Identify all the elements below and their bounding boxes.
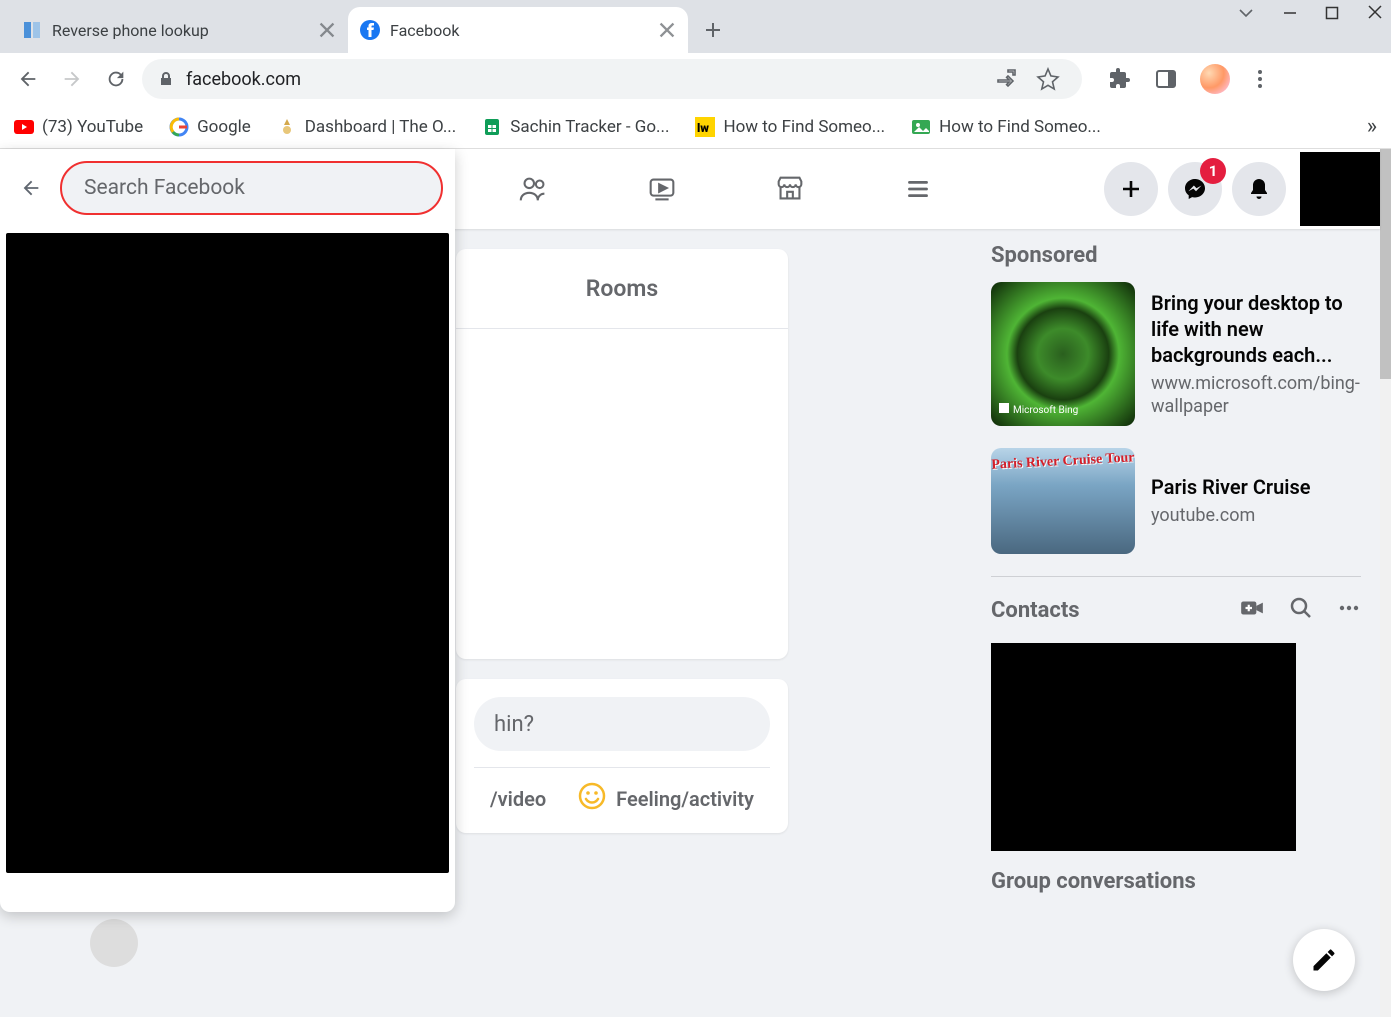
- marketplace-nav[interactable]: [726, 150, 854, 228]
- omnibox[interactable]: facebook.com: [142, 59, 1082, 99]
- ad-paris-cruise[interactable]: Paris River Cruise Tour Paris River Crui…: [991, 448, 1361, 554]
- sponsored-heading: Sponsored: [991, 243, 1361, 268]
- profile-redacted[interactable]: [1300, 152, 1380, 226]
- facebook-page: 1 Rooms hin? /video Feeling/activity Spo…: [0, 149, 1391, 1017]
- menu-nav[interactable]: [854, 150, 982, 228]
- bookmark-youtube[interactable]: (73) YouTube: [14, 117, 143, 137]
- forward-button: [54, 61, 90, 97]
- divider: [474, 767, 770, 768]
- ad-title: Bring your desktop to life with new back…: [1151, 290, 1361, 368]
- bookmark-dashboard[interactable]: Dashboard | The O...: [277, 117, 457, 137]
- ad-bing-wallpaper[interactable]: Microsoft Bing Bring your desktop to lif…: [991, 282, 1361, 426]
- ad-brand: Microsoft Bing: [999, 403, 1078, 416]
- bookmark-pic[interactable]: How to Find Someo...: [911, 117, 1101, 137]
- rooms-tab[interactable]: Rooms: [456, 249, 788, 329]
- picture-icon: [911, 117, 931, 137]
- ad-url: youtube.com: [1151, 504, 1311, 527]
- tab-title: Reverse phone lookup: [52, 21, 312, 40]
- favicon-reverse-phone: [22, 20, 42, 40]
- contacts-header: Contacts: [991, 595, 1361, 625]
- search-results-redacted: [6, 233, 449, 873]
- messenger-badge: 1: [1200, 158, 1226, 184]
- more-icon[interactable]: [1337, 596, 1361, 624]
- contacts-redacted: [991, 643, 1296, 851]
- chevron-down-icon[interactable]: [1237, 4, 1255, 27]
- favicon-facebook: [360, 20, 380, 40]
- tab-reverse-phone[interactable]: Reverse phone lookup: [10, 7, 348, 53]
- lock-icon: [158, 71, 174, 87]
- bookmark-label: How to Find Someo...: [939, 117, 1101, 137]
- svg-text:lw: lw: [697, 121, 709, 135]
- close-icon[interactable]: [658, 21, 676, 39]
- window-close-icon[interactable]: [1367, 4, 1383, 27]
- create-button[interactable]: [1104, 162, 1158, 216]
- minimize-icon[interactable]: [1283, 4, 1297, 27]
- close-icon[interactable]: [318, 21, 336, 39]
- compose-card: hin? /video Feeling/activity: [456, 679, 788, 833]
- bookmarks-bar: (73) YouTube Google Dashboard | The O...…: [0, 105, 1391, 149]
- compose-feeling[interactable]: Feeling/activity: [578, 782, 754, 815]
- search-back-button[interactable]: [12, 169, 50, 207]
- kebab-icon[interactable]: [1248, 67, 1272, 91]
- compose-input[interactable]: hin?: [474, 697, 770, 751]
- vertical-scrollbar[interactable]: [1380, 149, 1391, 1017]
- generic-icon: [277, 117, 297, 137]
- right-column: Sponsored Microsoft Bing Bring your desk…: [991, 243, 1361, 894]
- bookmark-sheets[interactable]: Sachin Tracker - Go...: [482, 117, 669, 137]
- browser-tab-strip: Reverse phone lookup Facebook: [0, 0, 1391, 53]
- bookmark-lw[interactable]: lw How to Find Someo...: [695, 117, 885, 137]
- bookmark-label: (73) YouTube: [42, 117, 143, 137]
- sheets-icon: [482, 117, 502, 137]
- lw-icon: lw: [695, 117, 715, 137]
- back-button[interactable]: [10, 61, 46, 97]
- new-room-icon[interactable]: [1239, 595, 1265, 625]
- ad-title: Paris River Cruise: [1151, 474, 1311, 500]
- extensions-icon[interactable]: [1108, 67, 1132, 91]
- messenger-button[interactable]: 1: [1168, 162, 1222, 216]
- smiley-icon: [578, 782, 606, 815]
- bookmark-label: Dashboard | The O...: [305, 117, 457, 137]
- profile-avatar[interactable]: [1200, 64, 1230, 94]
- feed-column: Rooms hin? /video Feeling/activity: [456, 249, 788, 833]
- suggestion-row[interactable]: [90, 919, 138, 967]
- ad-overlay-text: Paris River Cruise Tour: [991, 450, 1135, 474]
- avatar: [90, 919, 138, 967]
- ad-image: Microsoft Bing: [991, 282, 1135, 426]
- tab-title: Facebook: [390, 21, 652, 40]
- search-icon[interactable]: [1289, 596, 1313, 624]
- search-field-highlighted[interactable]: [60, 161, 443, 215]
- bookmark-label: How to Find Someo...: [723, 117, 885, 137]
- bookmarks-overflow-icon[interactable]: »: [1367, 114, 1377, 139]
- rooms-card: Rooms: [456, 249, 788, 659]
- bookmark-label: Sachin Tracker - Go...: [510, 117, 669, 137]
- watch-nav[interactable]: [598, 150, 726, 228]
- ad-image: Paris River Cruise Tour: [991, 448, 1135, 554]
- divider: [991, 576, 1361, 577]
- google-icon: [169, 117, 189, 137]
- friends-nav[interactable]: [470, 150, 598, 228]
- group-conversations-heading: Group conversations: [991, 869, 1361, 894]
- star-icon[interactable]: [1036, 67, 1060, 91]
- address-bar: facebook.com: [0, 53, 1391, 105]
- bookmark-google[interactable]: Google: [169, 117, 251, 137]
- notifications-button[interactable]: [1232, 162, 1286, 216]
- contacts-heading: Contacts: [991, 598, 1080, 623]
- new-message-button[interactable]: [1293, 929, 1355, 991]
- maximize-icon[interactable]: [1325, 4, 1339, 27]
- url-text: facebook.com: [186, 69, 301, 90]
- compose-video[interactable]: /video: [490, 782, 546, 815]
- ad-url: www.microsoft.com/bing-wallpaper: [1151, 372, 1361, 419]
- reload-button[interactable]: [98, 61, 134, 97]
- tab-facebook[interactable]: Facebook: [348, 7, 688, 53]
- sidepanel-icon[interactable]: [1154, 67, 1178, 91]
- search-input[interactable]: [84, 176, 419, 200]
- window-controls: [1237, 4, 1383, 27]
- share-icon[interactable]: [994, 67, 1018, 91]
- new-tab-button[interactable]: [696, 13, 730, 47]
- youtube-icon: [14, 117, 34, 137]
- bookmark-label: Google: [197, 117, 251, 137]
- search-overlay: [0, 149, 455, 912]
